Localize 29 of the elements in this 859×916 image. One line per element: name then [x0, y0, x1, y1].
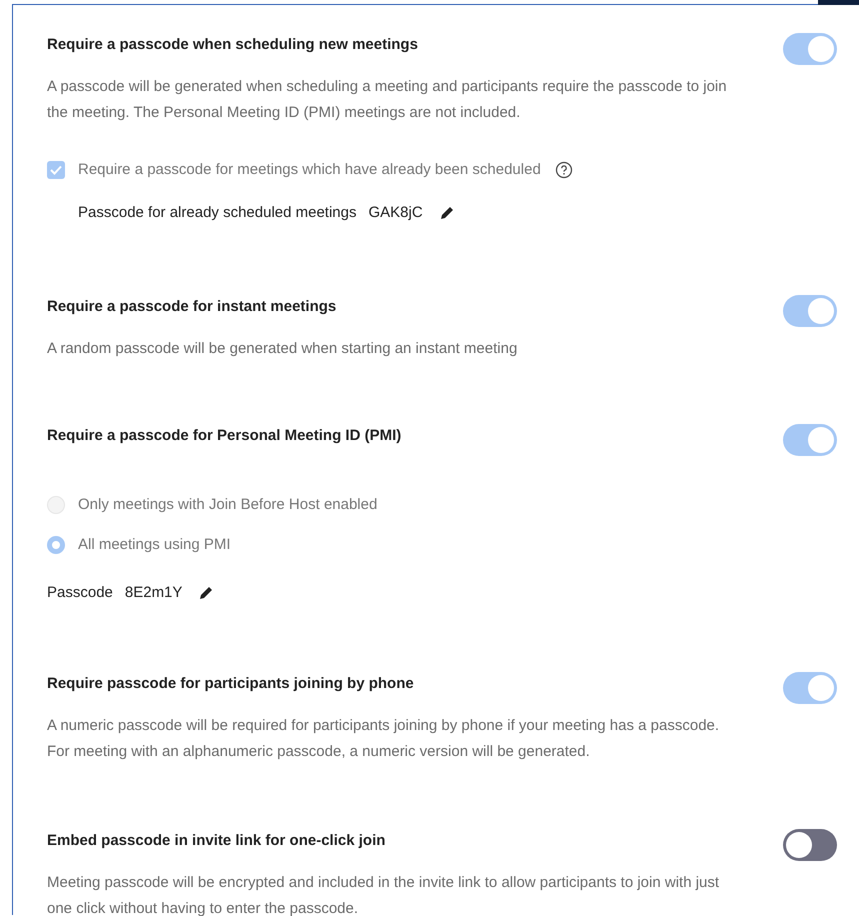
setting-title: Require a passcode for Personal Meeting ID (PMI) [47, 426, 402, 446]
toggle-switch[interactable] [783, 829, 837, 861]
setting-description: A numeric passcode will be required for participants joining by phone if your meeting has a passcode. For meeting with an alphanumeric passcode, a numeric version will be generated. [47, 716, 720, 762]
setting-title: Require a passcode when scheduling new meetings [47, 35, 418, 55]
radio-label: All meetings using PMI [78, 535, 231, 555]
passcode-label: Passcode for already scheduled meetings [78, 203, 356, 223]
edit-icon[interactable] [438, 205, 455, 221]
checkbox-label: Require a passcode for meetings which have already been scheduled [78, 160, 541, 180]
setting-description: Meeting passcode will be encrypted and included in the invite link to allow participants to join with just one click without having to enter the passcode. [47, 873, 720, 916]
radio-button[interactable] [47, 496, 65, 514]
setting-description: A passcode will be generated when scheduling a meeting and participants require the passcode to join the meeting. The Personal Meeting ID (PMI) meetings are not included. [47, 77, 728, 123]
setting-title: Embed passcode in invite link for one-click join [47, 831, 386, 851]
header-bar [818, 0, 859, 5]
setting-description: A random passcode will be generated when starting an instant meeting [47, 339, 518, 359]
toggle-switch[interactable] [783, 295, 837, 327]
setting-title: Require a passcode for instant meetings [47, 297, 336, 317]
help-icon[interactable] [554, 161, 573, 179]
passcode-value: GAK8jC [368, 203, 423, 223]
passcode-value: 8E2m1Y [124, 583, 182, 603]
toggle-switch[interactable] [783, 672, 837, 704]
checkbox[interactable] [47, 161, 65, 179]
edit-icon[interactable] [198, 585, 214, 601]
passcode-label: Passcode [47, 583, 113, 603]
radio-label: Only meetings with Join Before Host enabled [78, 495, 378, 515]
radio-button[interactable] [47, 536, 65, 554]
toggle-switch[interactable] [783, 33, 837, 65]
check-icon [50, 165, 62, 175]
setting-title: Require passcode for participants joining by phone [47, 674, 414, 694]
toggle-switch[interactable] [783, 424, 837, 456]
